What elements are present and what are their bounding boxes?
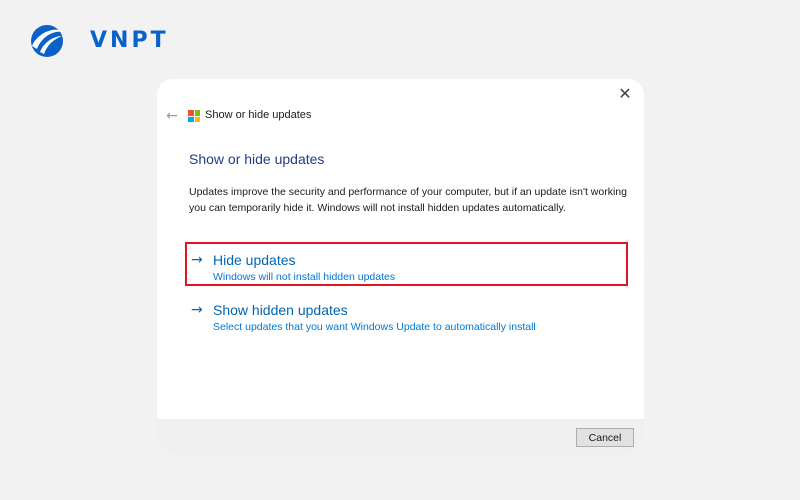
show-hidden-updates-option[interactable]: → Show hidden updates Select updates tha…	[191, 302, 611, 338]
dialog-footer: Cancel	[157, 419, 644, 455]
cancel-button[interactable]: Cancel	[576, 428, 634, 447]
close-icon[interactable]: ✕	[614, 83, 636, 105]
description-text: Updates improve the security and perform…	[189, 186, 627, 214]
hide-updates-option[interactable]: → Hide updates Windows will not install …	[191, 252, 611, 288]
app-title: Show or hide updates	[205, 109, 312, 121]
brand-name: VNPT	[90, 28, 169, 53]
vnpt-logo-icon	[31, 25, 64, 57]
show-hide-updates-dialog: ✕ ← Show or hide updates Show or hide up…	[157, 79, 644, 455]
show-hidden-updates-subtitle: Select updates that you want Windows Upd…	[213, 321, 536, 333]
show-hidden-updates-title: Show hidden updates	[213, 302, 348, 318]
page-heading: Show or hide updates	[189, 151, 325, 167]
hide-updates-title: Hide updates	[213, 252, 296, 268]
windows-logo-icon	[188, 110, 200, 122]
arrow-right-icon: →	[191, 302, 203, 318]
arrow-right-icon: →	[191, 252, 203, 268]
vnpt-logo: VNPT	[28, 22, 168, 62]
hide-updates-subtitle: Windows will not install hidden updates	[213, 271, 396, 283]
back-arrow-icon[interactable]: ←	[163, 107, 181, 125]
